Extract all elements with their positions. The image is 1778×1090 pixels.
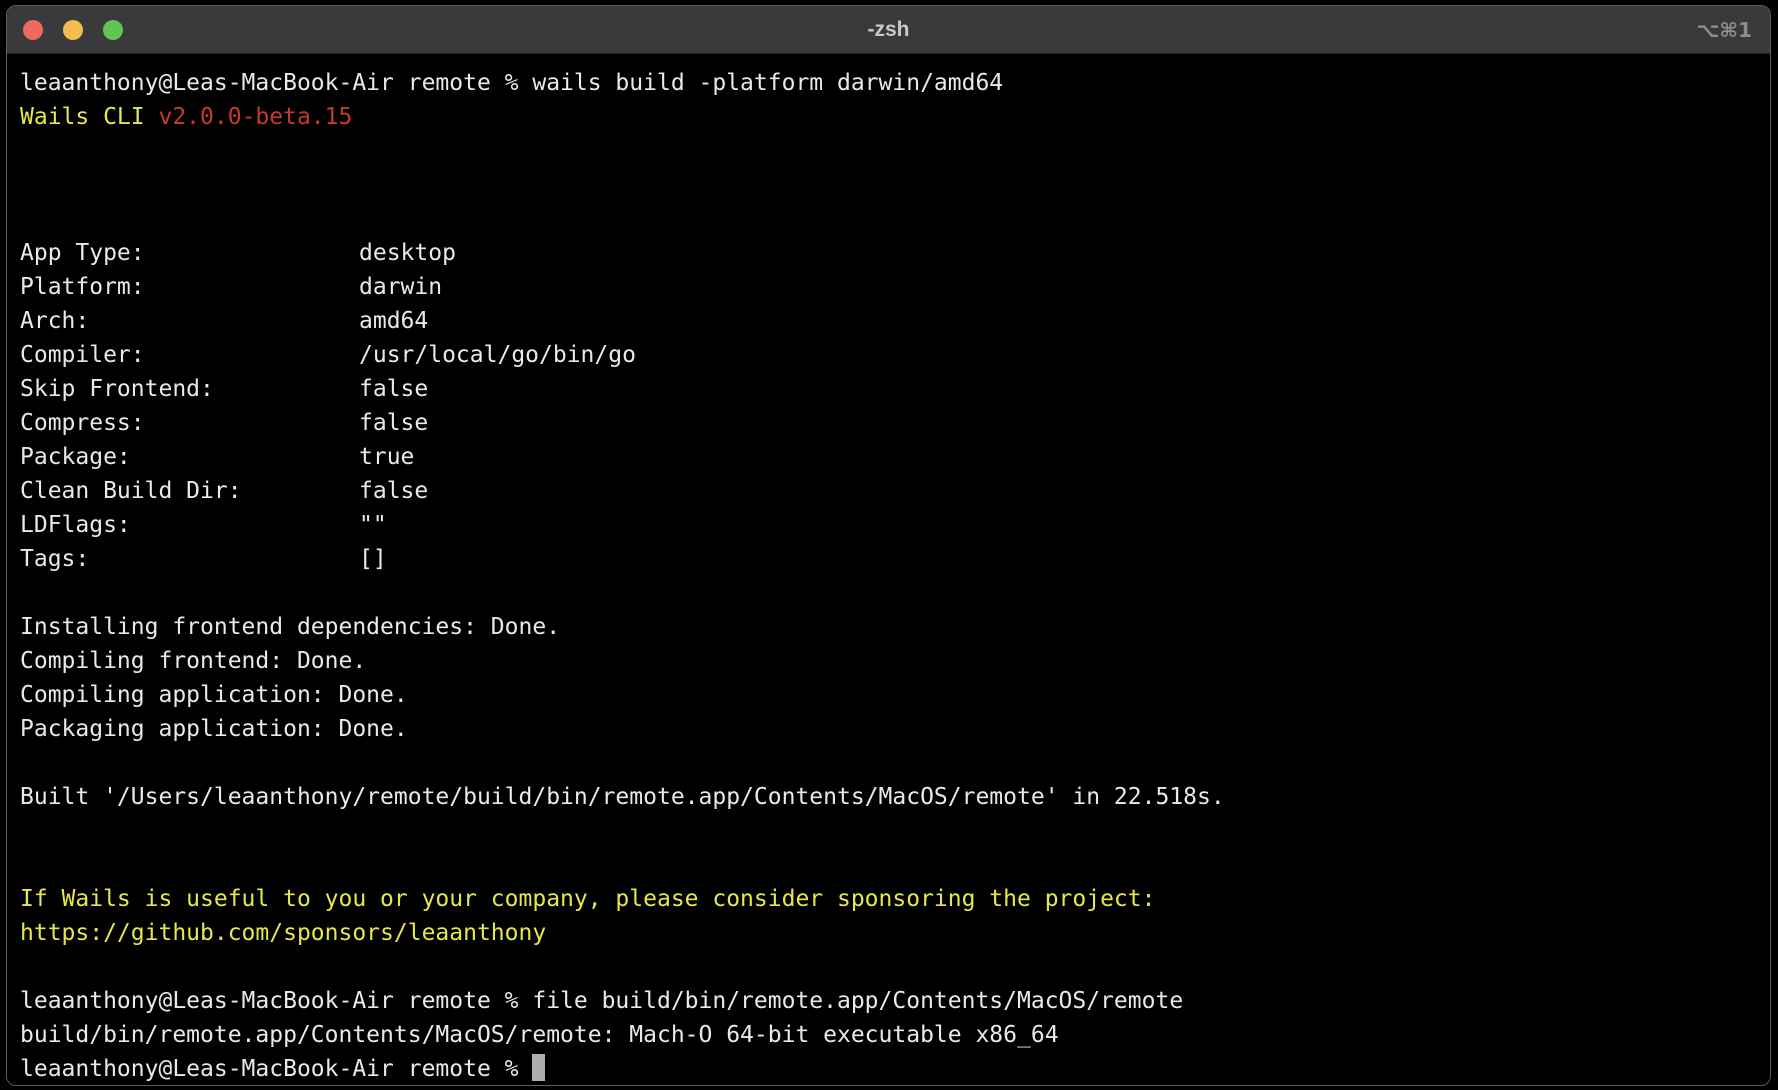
zoom-button[interactable] [103,20,123,40]
config-label: Package: [20,440,359,474]
config-value: true [359,444,414,470]
terminal-blank-line [20,576,1770,610]
terminal-blank-line [20,202,1770,236]
text-segment: leaanthony@Leas-MacBook-Air remote % fil… [20,988,1183,1014]
text-segment: Installing frontend dependencies: Done. [20,614,560,640]
file-command-prompt: leaanthony@Leas-MacBook-Air remote % fil… [20,984,1770,1018]
traffic-lights [7,20,123,40]
config-value: darwin [359,274,442,300]
build-result: Built '/Users/leaanthony/remote/build/bi… [20,780,1770,814]
config-label: Skip Frontend: [20,372,359,406]
terminal-cursor [532,1054,545,1081]
config-ldflags: LDFlags:"" [20,508,1770,542]
config-label: App Type: [20,236,359,270]
window-titlebar[interactable]: -zsh ⌥⌘1 [7,6,1770,54]
text-segment: build/bin/remote.app/Contents/MacOS/remo… [20,1022,1059,1048]
window-shortcut-badge: ⌥⌘1 [1696,6,1752,53]
config-value: false [359,376,428,402]
text-segment: https://github.com/sponsors/leaanthony [20,920,546,946]
config-platform: Platform:darwin [20,270,1770,304]
step-packaging-application: Packaging application: Done. [20,712,1770,746]
window-title: -zsh [7,6,1770,53]
terminal-blank-line [20,746,1770,780]
config-value: false [359,478,428,504]
config-arch: Arch:amd64 [20,304,1770,338]
config-label: Tags: [20,542,359,576]
build-command-prompt: leaanthony@Leas-MacBook-Air remote % wai… [20,66,1770,100]
config-value: /usr/local/go/bin/go [359,342,636,368]
config-value: false [359,410,428,436]
terminal-blank-line [20,168,1770,202]
wails-cli-version: Wails CLI v2.0.0-beta.15 [20,100,1770,134]
close-button[interactable] [23,20,43,40]
step-compiling-frontend: Compiling frontend: Done. [20,644,1770,678]
text-segment: leaanthony@Leas-MacBook-Air remote % wai… [20,70,1003,96]
text-segment: Compiling application: Done. [20,682,408,708]
config-label: Compiler: [20,338,359,372]
text-segment: If Wails is useful to you or your compan… [20,886,1155,912]
config-clean-build-dir: Clean Build Dir:false [20,474,1770,508]
config-tags: Tags:[] [20,542,1770,576]
terminal-blank-line [20,950,1770,984]
config-label: Platform: [20,270,359,304]
config-skip-frontend: Skip Frontend:false [20,372,1770,406]
config-compress: Compress:false [20,406,1770,440]
minimize-button[interactable] [63,20,83,40]
sponsor-url: https://github.com/sponsors/leaanthony [20,916,1770,950]
config-compiler: Compiler:/usr/local/go/bin/go [20,338,1770,372]
config-package: Package:true [20,440,1770,474]
config-app-type: App Type:desktop [20,236,1770,270]
file-command-output: build/bin/remote.app/Contents/MacOS/remo… [20,1018,1770,1052]
text-segment: leaanthony@Leas-MacBook-Air remote % [20,1056,532,1082]
text-segment: Wails CLI [20,104,158,130]
config-value: "" [359,512,387,538]
text-segment: Packaging application: Done. [20,716,408,742]
config-value: desktop [359,240,456,266]
terminal-blank-line [20,134,1770,168]
config-label: Arch: [20,304,359,338]
terminal-blank-line [20,848,1770,882]
terminal-screen[interactable]: leaanthony@Leas-MacBook-Air remote % wai… [7,55,1770,1085]
config-label: LDFlags: [20,508,359,542]
config-value: [] [359,546,387,572]
step-installing-deps: Installing frontend dependencies: Done. [20,610,1770,644]
config-label: Clean Build Dir: [20,474,359,508]
active-prompt: leaanthony@Leas-MacBook-Air remote % [20,1052,1770,1086]
text-segment: Compiling frontend: Done. [20,648,366,674]
config-value: amd64 [359,308,428,334]
text-segment: Built '/Users/leaanthony/remote/build/bi… [20,784,1225,810]
sponsor-message: If Wails is useful to you or your compan… [20,882,1770,916]
terminal-window: -zsh ⌥⌘1 leaanthony@Leas-MacBook-Air rem… [6,5,1771,1086]
terminal-blank-line [20,814,1770,848]
step-compiling-application: Compiling application: Done. [20,678,1770,712]
config-label: Compress: [20,406,359,440]
text-segment: v2.0.0-beta.15 [158,104,352,130]
